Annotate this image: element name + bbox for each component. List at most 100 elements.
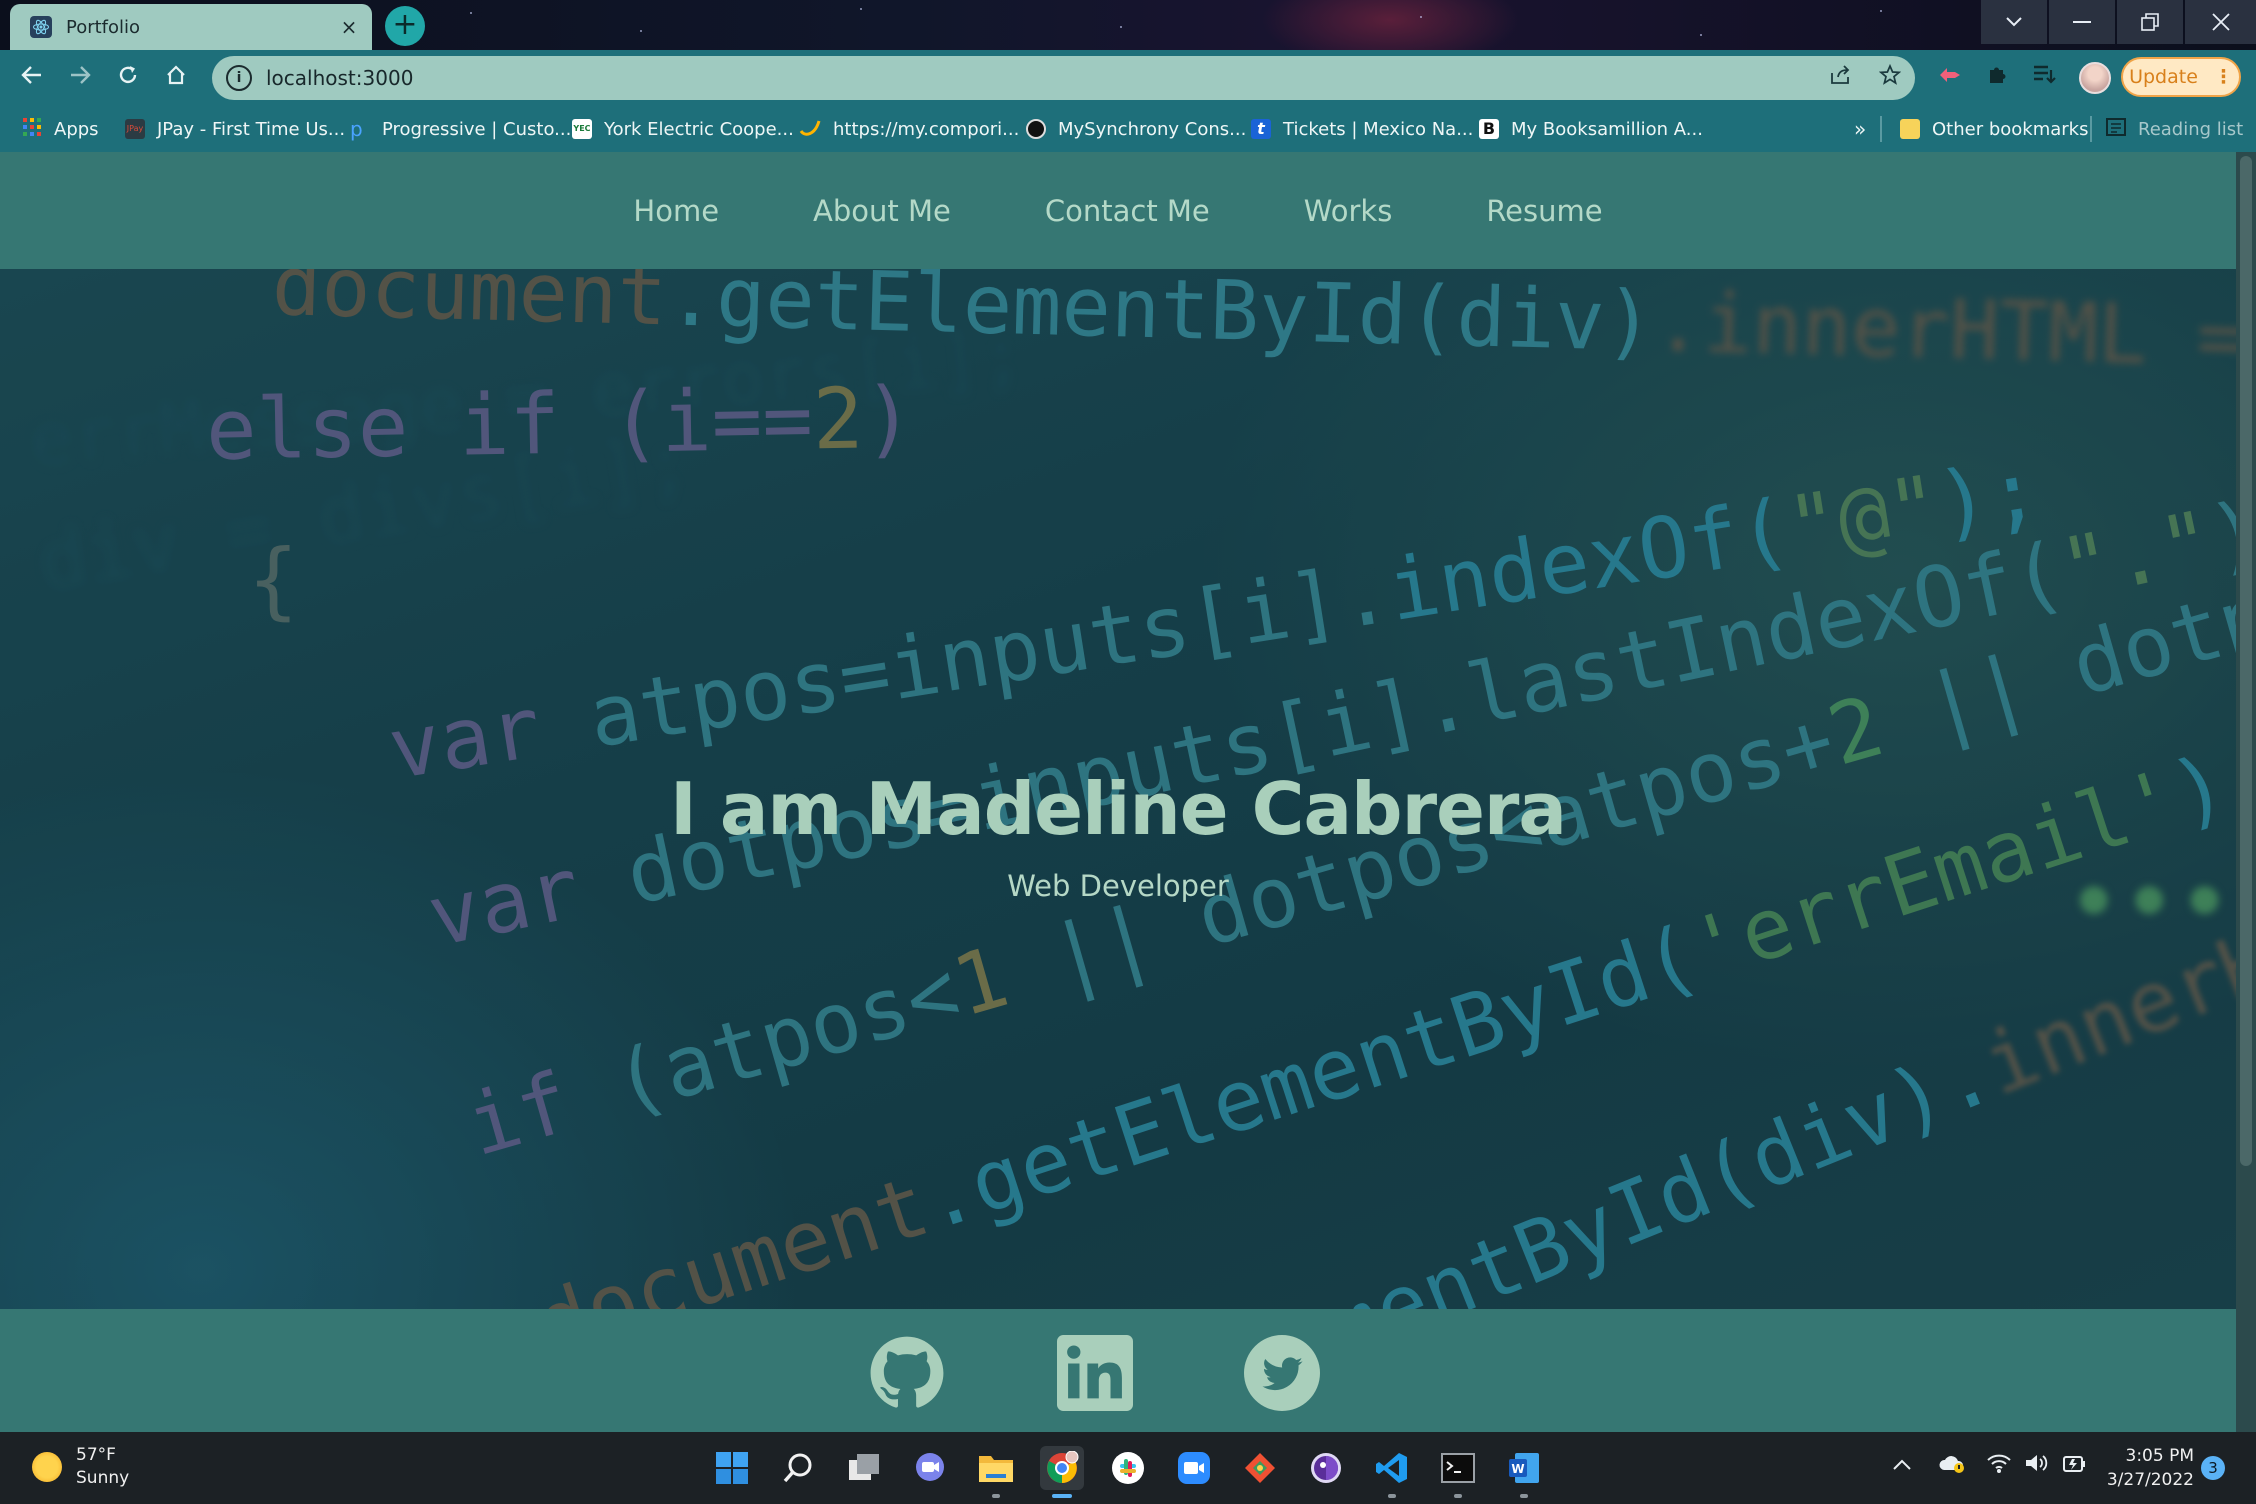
update-label: Update	[2129, 66, 2198, 88]
bookmark-booksamillion[interactable]: B My Booksamillion A...	[1479, 106, 1703, 152]
other-bookmarks-label: Other bookmarks	[1932, 118, 2089, 140]
file-explorer-icon[interactable]	[974, 1446, 1018, 1498]
twitter-icon[interactable]	[1244, 1335, 1320, 1411]
globe-icon	[1026, 119, 1046, 139]
tab-close-icon[interactable]: ×	[334, 15, 364, 39]
slack-icon[interactable]	[1106, 1446, 1150, 1490]
bookmark-label: York Electric Coope...	[604, 118, 794, 140]
running-indicator	[1520, 1494, 1528, 1498]
bookmark-york-electric[interactable]: YEC York Electric Coope...	[572, 106, 794, 152]
reading-list[interactable]: Reading list	[2106, 106, 2243, 152]
jpay-favicon-icon: JPay	[125, 119, 145, 139]
compori-swoosh-icon	[799, 117, 821, 142]
nav-home[interactable]: Home	[633, 194, 719, 228]
running-indicator	[1454, 1494, 1462, 1498]
nav-works[interactable]: Works	[1304, 194, 1393, 228]
tab-title: Portfolio	[66, 16, 141, 38]
menu-dots-icon[interactable]: ⋮	[2214, 66, 2233, 88]
active-indicator	[1052, 1494, 1072, 1498]
apps-grid-icon	[22, 117, 42, 142]
system-clock[interactable]: 3:05 PM 3/27/2022	[2100, 1444, 2194, 1492]
bookmark-label: Progressive | Custo...	[382, 118, 572, 140]
windows-taskbar: 57°F Sunny W 3:05 PM 3/27/2022 3	[0, 1432, 2256, 1504]
address-url[interactable]: localhost:3000	[266, 66, 1815, 90]
react-favicon-icon	[30, 16, 52, 38]
restore-button[interactable]	[2117, 0, 2183, 44]
tab-search-chevron-icon[interactable]	[1981, 0, 2047, 44]
weather-text: 57°F Sunny	[76, 1444, 129, 1490]
hero-section: errMessage = errors[i]; div = divs[i]; d…	[0, 269, 2236, 1309]
extension-red-icon[interactable]	[1932, 62, 1968, 94]
extensions-puzzle-icon[interactable]	[1980, 62, 2016, 94]
wifi-icon[interactable]	[1986, 1452, 2012, 1480]
search-icon[interactable]	[776, 1446, 820, 1490]
teams-chat-icon[interactable]	[908, 1446, 952, 1490]
decor-star	[470, 12, 472, 14]
nav-contact-me[interactable]: Contact Me	[1045, 194, 1210, 228]
bookmark-progressive[interactable]: p Progressive | Custo...	[350, 106, 571, 152]
site-info-icon[interactable]: i	[226, 65, 252, 91]
weather-widget[interactable]: 57°F Sunny	[32, 1444, 129, 1490]
reading-queue-icon[interactable]	[2026, 62, 2062, 94]
decor-star	[1880, 10, 1882, 12]
linkedin-icon[interactable]	[1057, 1335, 1133, 1411]
start-windows-icon[interactable]	[710, 1446, 754, 1490]
new-tab-button[interactable]: +	[385, 6, 425, 46]
hero-subtitle: Web Developer	[1007, 869, 1229, 903]
scrollbar-thumb[interactable]	[2240, 156, 2252, 1166]
running-indicator	[1388, 1494, 1396, 1498]
bookmark-jpay[interactable]: JPay JPay - First Time Us...	[125, 106, 345, 152]
show-hidden-icons-chevron-icon[interactable]	[1892, 1452, 1912, 1477]
nav-about-me[interactable]: About Me	[813, 194, 951, 228]
bookmarks-divider	[2090, 116, 2092, 142]
ticketmaster-t-icon: t	[1251, 119, 1271, 139]
bookmark-compori[interactable]: https://my.compori...	[799, 106, 1019, 152]
page-scrollbar[interactable]	[2236, 152, 2256, 1432]
update-button[interactable]: Update ⋮	[2121, 57, 2241, 97]
home-icon[interactable]	[152, 63, 200, 93]
reload-icon[interactable]	[104, 63, 152, 93]
tor-browser-icon[interactable]	[1304, 1446, 1348, 1490]
back-arrow-icon[interactable]	[8, 63, 56, 93]
browser-title-bar: Portfolio × +	[0, 0, 2256, 50]
vscode-icon[interactable]	[1370, 1446, 1414, 1498]
terminal-icon[interactable]	[1436, 1446, 1480, 1498]
profile-avatar[interactable]	[2079, 62, 2111, 94]
bookmark-label: My Booksamillion A...	[1511, 118, 1703, 140]
progressive-favicon-icon: p	[350, 117, 363, 141]
notification-count-badge[interactable]: 3	[2201, 1456, 2225, 1480]
hero-title: I am Madeline Cabrera	[669, 767, 1567, 851]
close-window-button[interactable]	[2185, 0, 2256, 44]
folder-icon	[1900, 119, 1920, 139]
clock-time: 3:05 PM	[2125, 1446, 2195, 1466]
bookmark-apps[interactable]: Apps	[22, 106, 99, 152]
bookmark-star-icon[interactable]	[1865, 63, 1915, 92]
minimize-button[interactable]	[2049, 0, 2115, 44]
decor-star	[1700, 34, 1702, 36]
volume-icon[interactable]	[2024, 1452, 2050, 1480]
task-view-icon[interactable]	[842, 1446, 886, 1490]
bookmarks-overflow-chevron-icon[interactable]: »	[1854, 106, 1866, 152]
reading-list-label: Reading list	[2138, 118, 2244, 140]
git-kraken-icon[interactable]	[1238, 1446, 1282, 1490]
clock-date: 3/27/2022	[2106, 1470, 2194, 1490]
bookmark-label: JPay - First Time Us...	[157, 118, 346, 140]
share-icon[interactable]	[1815, 64, 1865, 92]
nav-resume[interactable]: Resume	[1486, 194, 1602, 228]
address-bar[interactable]: i localhost:3000	[212, 56, 1915, 100]
other-bookmarks[interactable]: Other bookmarks	[1900, 106, 2088, 152]
browser-toolbar: i localhost:3000 Update ⋮	[0, 50, 2256, 106]
running-indicator	[992, 1494, 1000, 1498]
forward-arrow-icon[interactable]	[56, 63, 104, 93]
word-icon[interactable]: W	[1502, 1446, 1546, 1498]
tab-portfolio[interactable]: Portfolio ×	[10, 4, 372, 50]
bookmark-tickets[interactable]: t Tickets | Mexico Na...	[1251, 106, 1473, 152]
onedrive-warning-icon[interactable]	[1938, 1452, 1966, 1480]
bookmark-mysynchrony[interactable]: MySynchrony Cons...	[1026, 106, 1246, 152]
battery-charging-icon[interactable]	[2060, 1452, 2086, 1480]
bookmark-label: Tickets | Mexico Na...	[1283, 118, 1474, 140]
github-icon[interactable]	[869, 1335, 945, 1411]
chrome-icon[interactable]	[1040, 1446, 1084, 1498]
decor-star	[860, 8, 862, 10]
zoom-icon[interactable]	[1172, 1446, 1216, 1490]
